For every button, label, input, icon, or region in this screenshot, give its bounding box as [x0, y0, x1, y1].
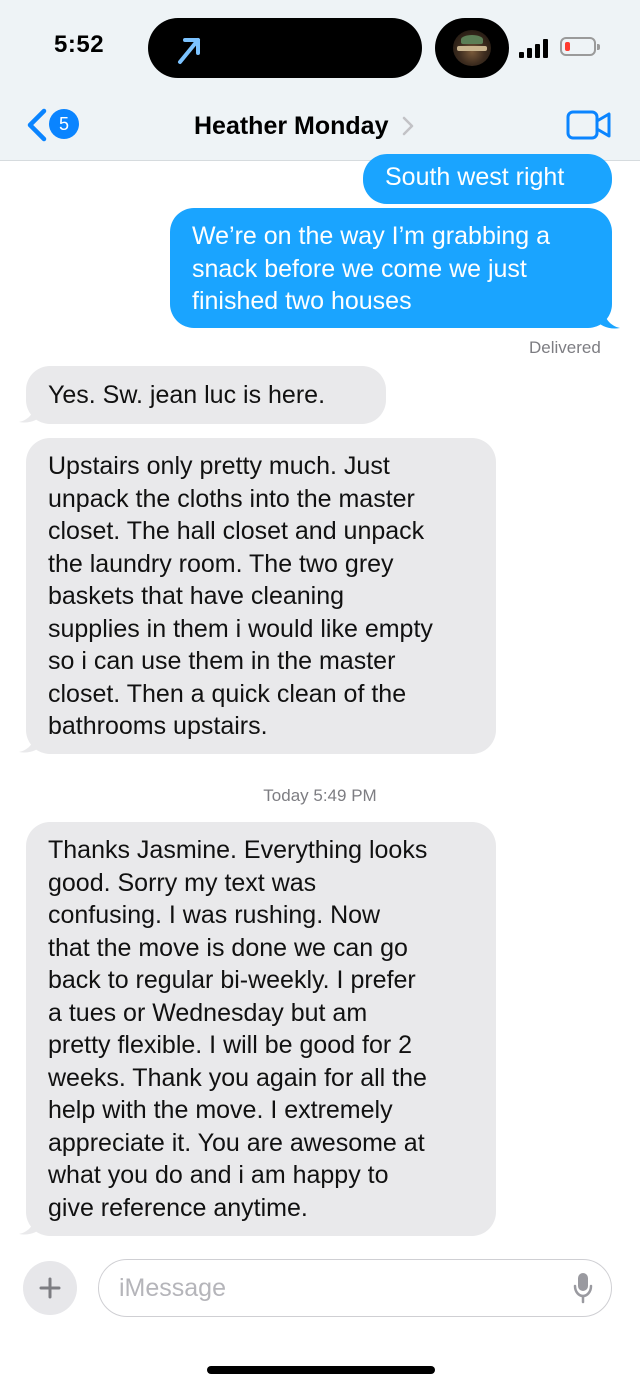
microphone-icon[interactable] — [573, 1272, 593, 1304]
back-chevron-icon — [27, 108, 47, 142]
dynamic-island[interactable] — [148, 18, 422, 78]
bubble-tail — [596, 306, 620, 329]
home-indicator[interactable] — [207, 1366, 435, 1374]
message-text: Thanks Jasmine. Everything looks good. S… — [48, 836, 428, 1222]
message-text: Yes. Sw. jean luc is here. — [48, 381, 326, 409]
unread-count-badge: 5 — [49, 109, 79, 139]
message-text: South west right — [385, 163, 565, 191]
chevron-right-icon — [403, 116, 414, 136]
delivery-status: Delivered — [529, 338, 601, 357]
status-bar: 5:52 — [0, 0, 640, 96]
message-input[interactable]: iMessage — [98, 1259, 612, 1317]
conversation-header: 5 Heather Monday — [0, 96, 640, 161]
message-bubble-sent[interactable]: We’re on the way I’m grabbing a snack be… — [170, 208, 612, 328]
apps-plus-button[interactable] — [23, 1261, 77, 1315]
bubble-tail — [19, 400, 43, 423]
contact-name: Heather Monday — [194, 111, 389, 140]
battery-icon — [560, 37, 600, 56]
contact-details-button[interactable]: Heather Monday — [194, 109, 414, 143]
message-bubble-received[interactable]: Yes. Sw. jean luc is here. — [26, 366, 386, 424]
bubble-tail — [19, 1212, 43, 1235]
bubble-tail — [19, 730, 43, 753]
media-thumbnail — [453, 30, 491, 66]
message-text: We’re on the way I’m grabbing a snack be… — [192, 222, 551, 315]
location-arrow-icon — [178, 38, 200, 64]
now-playing-island[interactable] — [435, 18, 509, 78]
message-input-placeholder: iMessage — [119, 1274, 226, 1302]
signal-icon — [519, 38, 551, 58]
back-button[interactable]: 5 — [22, 104, 86, 148]
message-bubble-received[interactable]: Thanks Jasmine. Everything looks good. S… — [26, 822, 496, 1236]
message-timestamp: Today 5:49 PM — [263, 786, 377, 805]
status-time: 5:52 — [54, 31, 105, 58]
plus-icon — [39, 1277, 61, 1299]
message-bubble-received[interactable]: Upstairs only pretty much. Just unpack t… — [26, 438, 496, 754]
compose-bar: iMessage — [0, 1250, 640, 1330]
message-bubble-sent[interactable]: South west right — [363, 154, 612, 204]
video-camera-icon[interactable] — [566, 110, 612, 140]
message-text: Upstairs only pretty much. Just unpack t… — [48, 452, 433, 740]
